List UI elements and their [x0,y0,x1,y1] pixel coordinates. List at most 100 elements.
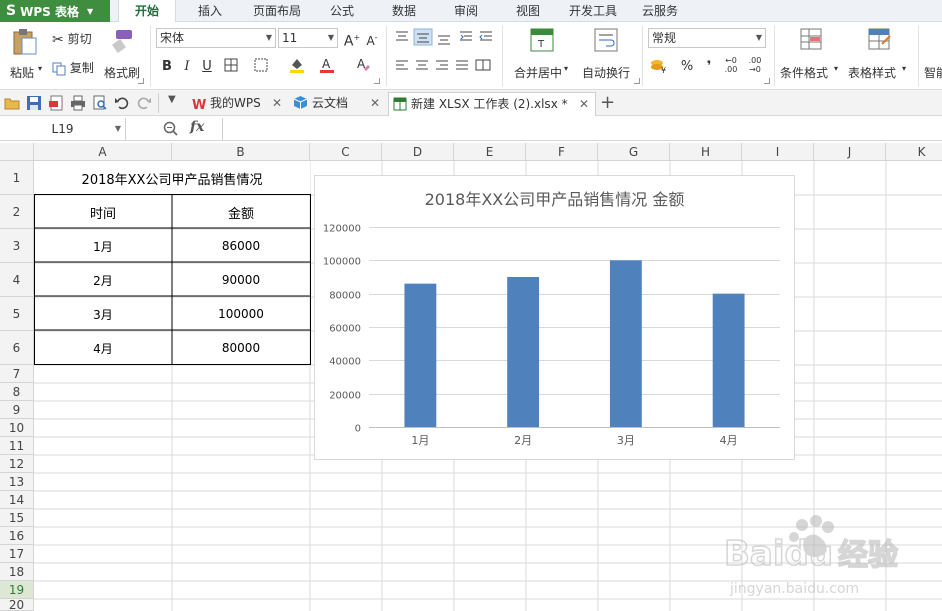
doc-tab-cloud-docs[interactable]: 云文档 ✕ [290,92,386,116]
column-header-c[interactable]: C [310,143,382,161]
row-header-selected[interactable]: 19 [0,581,34,599]
row-header[interactable]: 16 [0,527,34,545]
percent-button[interactable]: % [678,58,696,76]
paste-button[interactable]: 粘贴 ▾ [8,28,48,84]
row-header[interactable]: 14 [0,491,34,509]
table-cell-month[interactable]: 1月 [34,229,172,263]
insert-function-icon[interactable]: fx [190,119,204,135]
new-tab-icon[interactable]: + [600,92,615,113]
row-header[interactable]: 6 [0,331,34,365]
increase-font-icon[interactable]: A+ [343,29,361,50]
table-cell-amount[interactable]: 100000 [172,297,310,331]
wps-app-menu[interactable]: S WPS 表格 ▼ [0,0,110,22]
column-header-g[interactable]: G [598,143,670,161]
bar[interactable] [507,277,540,427]
row-header[interactable]: 10 [0,419,34,437]
formula-input[interactable] [222,118,942,140]
redo-icon[interactable] [136,95,152,111]
row-header[interactable]: 8 [0,383,34,401]
bar[interactable] [404,283,437,427]
wrap-text-button[interactable]: 自动换行 [580,28,634,84]
italic-button[interactable]: I [178,58,196,76]
row-header[interactable]: 11 [0,437,34,455]
tab-cloud[interactable]: 云服务 [634,0,686,22]
borders-icon[interactable] [222,58,240,76]
row-header[interactable]: 1 [0,161,34,195]
clipboard-launcher[interactable] [138,78,144,84]
name-box[interactable]: L19 ▼ [0,118,126,140]
clear-format-icon[interactable]: A [354,56,372,74]
bar[interactable] [609,260,642,427]
merge-center-button[interactable]: T 合并居中 ▾ [512,28,574,84]
column-header-h[interactable]: H [670,143,742,161]
tab-developer[interactable]: 开发工具 [562,0,624,22]
alignment-icons-top[interactable] [394,28,494,48]
bold-button[interactable]: B [158,58,176,76]
table-cell-amount[interactable]: 86000 [172,229,310,263]
table-cell-month[interactable]: 3月 [34,297,172,331]
row-header[interactable]: 2 [0,195,34,229]
increase-decimal-icon[interactable]: ←0.00 [722,56,740,74]
column-header-f[interactable]: F [526,143,598,161]
tab-home[interactable]: 开始 [118,0,176,23]
column-header-e[interactable]: E [454,143,526,161]
column-header-a[interactable]: A [34,143,172,161]
row-header[interactable]: 12 [0,455,34,473]
table-cell-month[interactable]: 4月 [34,331,172,365]
close-icon[interactable]: ✕ [272,92,282,114]
row-header[interactable]: 13 [0,473,34,491]
number-format-select[interactable]: 常规 ▼ [648,28,766,48]
doc-tab-my-wps[interactable]: W 我的WPS ✕ [188,92,288,116]
fill-color-icon[interactable] [288,56,306,74]
column-header-i[interactable]: I [742,143,814,161]
row-header[interactable]: 17 [0,545,34,563]
embedded-bar-chart[interactable]: 2018年XX公司甲产品销售情况 金额 0 20000 40000 60000 8000… [314,175,795,460]
select-all-corner[interactable] [0,143,34,161]
alignment-launcher[interactable] [634,78,640,84]
comma-style-button[interactable]: ❜ [700,58,718,76]
tab-data[interactable]: 数据 [380,0,428,22]
tab-formulas[interactable]: 公式 [318,0,366,22]
table-style-button[interactable]: 表格样式 ▾ [848,28,910,84]
cut-button[interactable]: ✂ 剪切 [52,30,92,48]
table-header-time[interactable]: 时间 [34,195,172,229]
tab-review[interactable]: 审阅 [442,0,490,22]
print-icon[interactable] [70,95,86,111]
fill-pattern-icon[interactable] [252,58,270,76]
copy-button[interactable]: 复制 [52,59,94,76]
row-header[interactable]: 5 [0,297,34,331]
print-preview-icon[interactable] [92,95,108,111]
column-header-j[interactable]: J [814,143,886,161]
row-header[interactable]: 20 [0,598,34,611]
font-size-select[interactable]: 11 ▼ [278,28,338,48]
customize-dropdown-icon[interactable]: ▼ [168,94,176,105]
format-painter-button[interactable]: 格式刷 [102,28,144,84]
table-cell-month[interactable]: 2月 [34,263,172,297]
open-folder-icon[interactable] [4,95,20,111]
doc-tab-active-workbook[interactable]: 新建 XLSX 工作表 (2).xlsx * ✕ [388,92,596,116]
undo-icon[interactable] [114,95,130,111]
tab-page-layout[interactable]: 页面布局 [246,0,308,22]
column-header-d[interactable]: D [382,143,454,161]
smart-tools-button[interactable]: 智能 [924,64,942,81]
column-header-k[interactable]: K [886,143,942,161]
decrease-decimal-icon[interactable]: .00 →0 [746,56,764,74]
decrease-font-icon[interactable]: A- [363,29,381,48]
row-header[interactable]: 18 [0,563,34,581]
close-icon[interactable]: ✕ [370,92,380,114]
underline-button[interactable]: U [198,58,216,76]
close-icon[interactable]: ✕ [579,93,589,115]
row-header[interactable]: 9 [0,401,34,419]
row-header[interactable]: 4 [0,263,34,297]
table-cell-amount[interactable]: 90000 [172,263,310,297]
export-pdf-icon[interactable] [48,95,64,111]
currency-icon[interactable]: ¥ [650,58,668,76]
table-header-amount[interactable]: 金额 [172,195,310,229]
number-launcher[interactable] [764,78,770,84]
row-header[interactable]: 15 [0,509,34,527]
font-color-icon[interactable]: A [318,56,336,74]
row-header[interactable]: 7 [0,365,34,383]
column-header-b[interactable]: B [172,143,310,161]
save-icon[interactable] [26,95,42,111]
tab-view[interactable]: 视图 [504,0,552,22]
